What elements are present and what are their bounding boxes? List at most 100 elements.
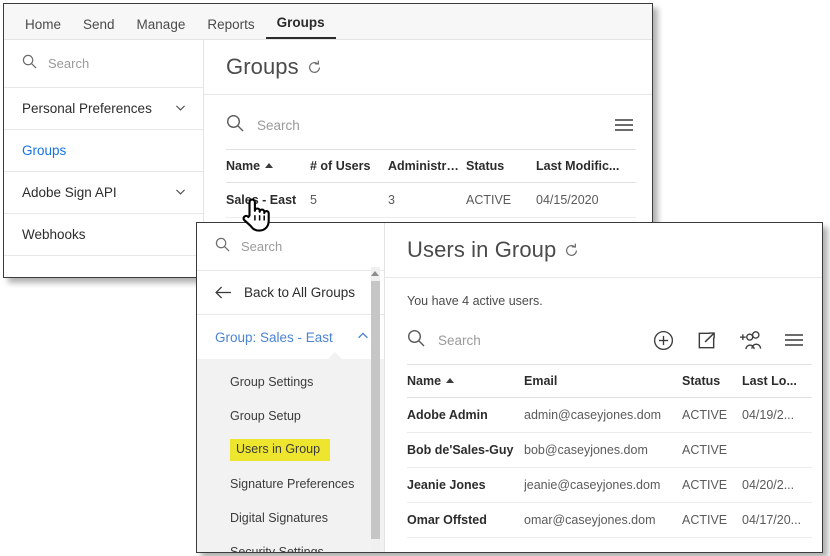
column-header-last-login[interactable]: Last Lo...: [742, 364, 812, 398]
user-name-cell[interactable]: Adobe Admin: [407, 397, 524, 433]
user-email-cell: bob@caseyjones.dom: [524, 432, 682, 468]
submenu-item-label: Digital Signatures: [230, 511, 328, 525]
sort-ascending-icon: [265, 163, 274, 168]
table-row[interactable]: Adobe Admin admin@caseyjones.dom ACTIVE …: [407, 397, 812, 433]
users-table-toolbar: Search: [385, 316, 822, 364]
column-header-administrators[interactable]: Administrat...: [388, 149, 466, 183]
sidebar-search-field[interactable]: Search: [4, 40, 203, 88]
refresh-icon[interactable]: [307, 60, 322, 75]
column-header-status[interactable]: Status: [682, 364, 742, 398]
search-icon: [22, 54, 37, 74]
arrow-left-icon: [215, 286, 232, 299]
groups-table-wrapper: Name # of Users Administrat... Status La…: [204, 149, 652, 218]
nav-tab-groups[interactable]: Groups: [265, 15, 336, 39]
users-table: Name Email Status Last Lo... Adobe Admin…: [407, 364, 812, 538]
users-main-pane: Users in Group You have 4 active users. …: [385, 223, 822, 552]
column-header-email[interactable]: Email: [524, 364, 682, 398]
group-users-cell: 5: [310, 182, 388, 218]
group-name-cell[interactable]: Sales - East: [226, 182, 310, 218]
search-icon: [407, 329, 425, 352]
group-administrators-cell: 3: [388, 182, 466, 218]
nav-tab-home[interactable]: Home: [14, 17, 72, 40]
nav-tab-manage[interactable]: Manage: [126, 17, 197, 40]
table-row[interactable]: Jeanie Jones jeanie@caseyjones.dom ACTIV…: [407, 467, 812, 503]
user-email-cell: jeanie@caseyjones.dom: [524, 467, 682, 503]
users-in-group-window: Search Back to All Groups Group: Sales -…: [196, 222, 823, 553]
page-title: Groups: [226, 54, 299, 79]
sort-ascending-icon: [446, 378, 455, 383]
nav-tab-send[interactable]: Send: [72, 17, 126, 40]
group-selector-label: Group: Sales - East: [215, 329, 333, 345]
sidebar-item-webhooks[interactable]: Webhooks: [4, 214, 203, 256]
submenu-item-label-highlighted: Users in Group: [230, 439, 331, 461]
submenu-item-label: Security Settings: [230, 545, 324, 553]
column-header-status[interactable]: Status: [466, 149, 536, 183]
back-to-all-groups-button[interactable]: Back to All Groups: [197, 271, 384, 315]
sidebar-scrollbar-thumb[interactable]: [371, 281, 380, 539]
user-last-login-cell: [742, 432, 812, 468]
nav-tab-reports[interactable]: Reports: [196, 17, 265, 40]
sidebar-item-label: Webhooks: [22, 227, 86, 242]
submenu-item-label: Signature Preferences: [230, 477, 355, 491]
user-name-cell[interactable]: Jeanie Jones: [407, 467, 524, 503]
submenu-item-label: Group Settings: [230, 375, 314, 389]
submenu-caret: [327, 352, 343, 360]
active-users-status-text: You have 4 active users.: [407, 294, 543, 308]
scroll-up-arrow-icon[interactable]: [371, 271, 379, 276]
users-window-body: Search Back to All Groups Group: Sales -…: [197, 223, 822, 552]
submenu-item-group-setup[interactable]: Group Setup: [197, 399, 384, 433]
group-selector-row[interactable]: Group: Sales - East: [197, 315, 384, 359]
hamburger-menu-icon[interactable]: [614, 117, 634, 133]
group-sidebar-search-placeholder: Search: [241, 239, 283, 254]
groups-table-toolbar: Search: [204, 101, 652, 149]
column-header-name[interactable]: Name: [407, 364, 524, 398]
sidebar-item-label: Adobe Sign API: [22, 185, 117, 200]
sidebar-item-personal-preferences[interactable]: Personal Preferences: [4, 88, 203, 130]
column-header-last-modified[interactable]: Last Modific...: [536, 149, 636, 183]
main-navigation-bar: Home Send Manage Reports Groups: [4, 4, 652, 40]
group-submenu: Group Settings Group Setup Users in Grou…: [197, 352, 384, 553]
user-name-cell[interactable]: Omar Offsted: [407, 502, 524, 538]
users-table-wrapper: Name Email Status Last Lo... Adobe Admin…: [385, 364, 822, 538]
groups-search-placeholder: Search: [257, 117, 300, 133]
table-row[interactable]: Bob de'Sales-Guy bob@caseyjones.dom ACTI…: [407, 432, 812, 468]
table-row[interactable]: Sales - East 5 3 ACTIVE 04/15/2020: [226, 182, 636, 218]
users-toolbar-icons: [653, 330, 804, 351]
user-status-cell: ACTIVE: [682, 397, 742, 433]
chevron-down-icon: [174, 101, 187, 117]
column-header-name[interactable]: Name: [226, 149, 310, 183]
column-header-label: Name: [407, 374, 442, 388]
sidebar-item-groups[interactable]: Groups: [4, 130, 203, 172]
refresh-icon[interactable]: [564, 243, 579, 258]
search-icon: [226, 114, 244, 137]
users-title-bar: Users in Group: [385, 223, 822, 278]
back-to-all-groups-label: Back to All Groups: [244, 285, 356, 300]
column-header-users-count[interactable]: # of Users: [310, 149, 388, 183]
groups-toolbar-icons: [614, 117, 634, 133]
submenu-item-users-in-group[interactable]: Users in Group: [197, 433, 384, 467]
user-status-cell: ACTIVE: [682, 432, 742, 468]
submenu-item-signature-preferences[interactable]: Signature Preferences: [197, 467, 384, 501]
user-status-cell: ACTIVE: [682, 502, 742, 538]
submenu-item-security-settings[interactable]: Security Settings: [197, 535, 384, 553]
add-user-group-icon[interactable]: [739, 330, 762, 351]
user-status-cell: ACTIVE: [682, 467, 742, 503]
group-sidebar-search-field[interactable]: Search: [197, 223, 384, 271]
user-email-cell: omar@caseyjones.dom: [524, 502, 682, 538]
users-search-field[interactable]: Search: [407, 329, 653, 352]
sidebar-item-adobe-sign-api[interactable]: Adobe Sign API: [4, 172, 203, 214]
user-email-cell: admin@caseyjones.dom: [524, 397, 682, 433]
submenu-item-digital-signatures[interactable]: Digital Signatures: [197, 501, 384, 535]
user-last-login-cell: 04/19/2...: [742, 397, 812, 433]
chevron-up-icon: [356, 329, 370, 346]
add-circle-icon[interactable]: [653, 330, 674, 351]
hamburger-menu-icon[interactable]: [784, 332, 804, 348]
share-export-icon[interactable]: [696, 330, 717, 351]
groups-search-field[interactable]: Search: [226, 114, 614, 137]
table-row[interactable]: Omar Offsted omar@caseyjones.dom ACTIVE …: [407, 502, 812, 538]
submenu-item-group-settings[interactable]: Group Settings: [197, 365, 384, 399]
chevron-down-icon: [174, 185, 187, 201]
table-header-row: Name # of Users Administrat... Status La…: [226, 149, 636, 183]
search-icon: [215, 237, 230, 257]
user-name-cell[interactable]: Bob de'Sales-Guy: [407, 432, 524, 468]
